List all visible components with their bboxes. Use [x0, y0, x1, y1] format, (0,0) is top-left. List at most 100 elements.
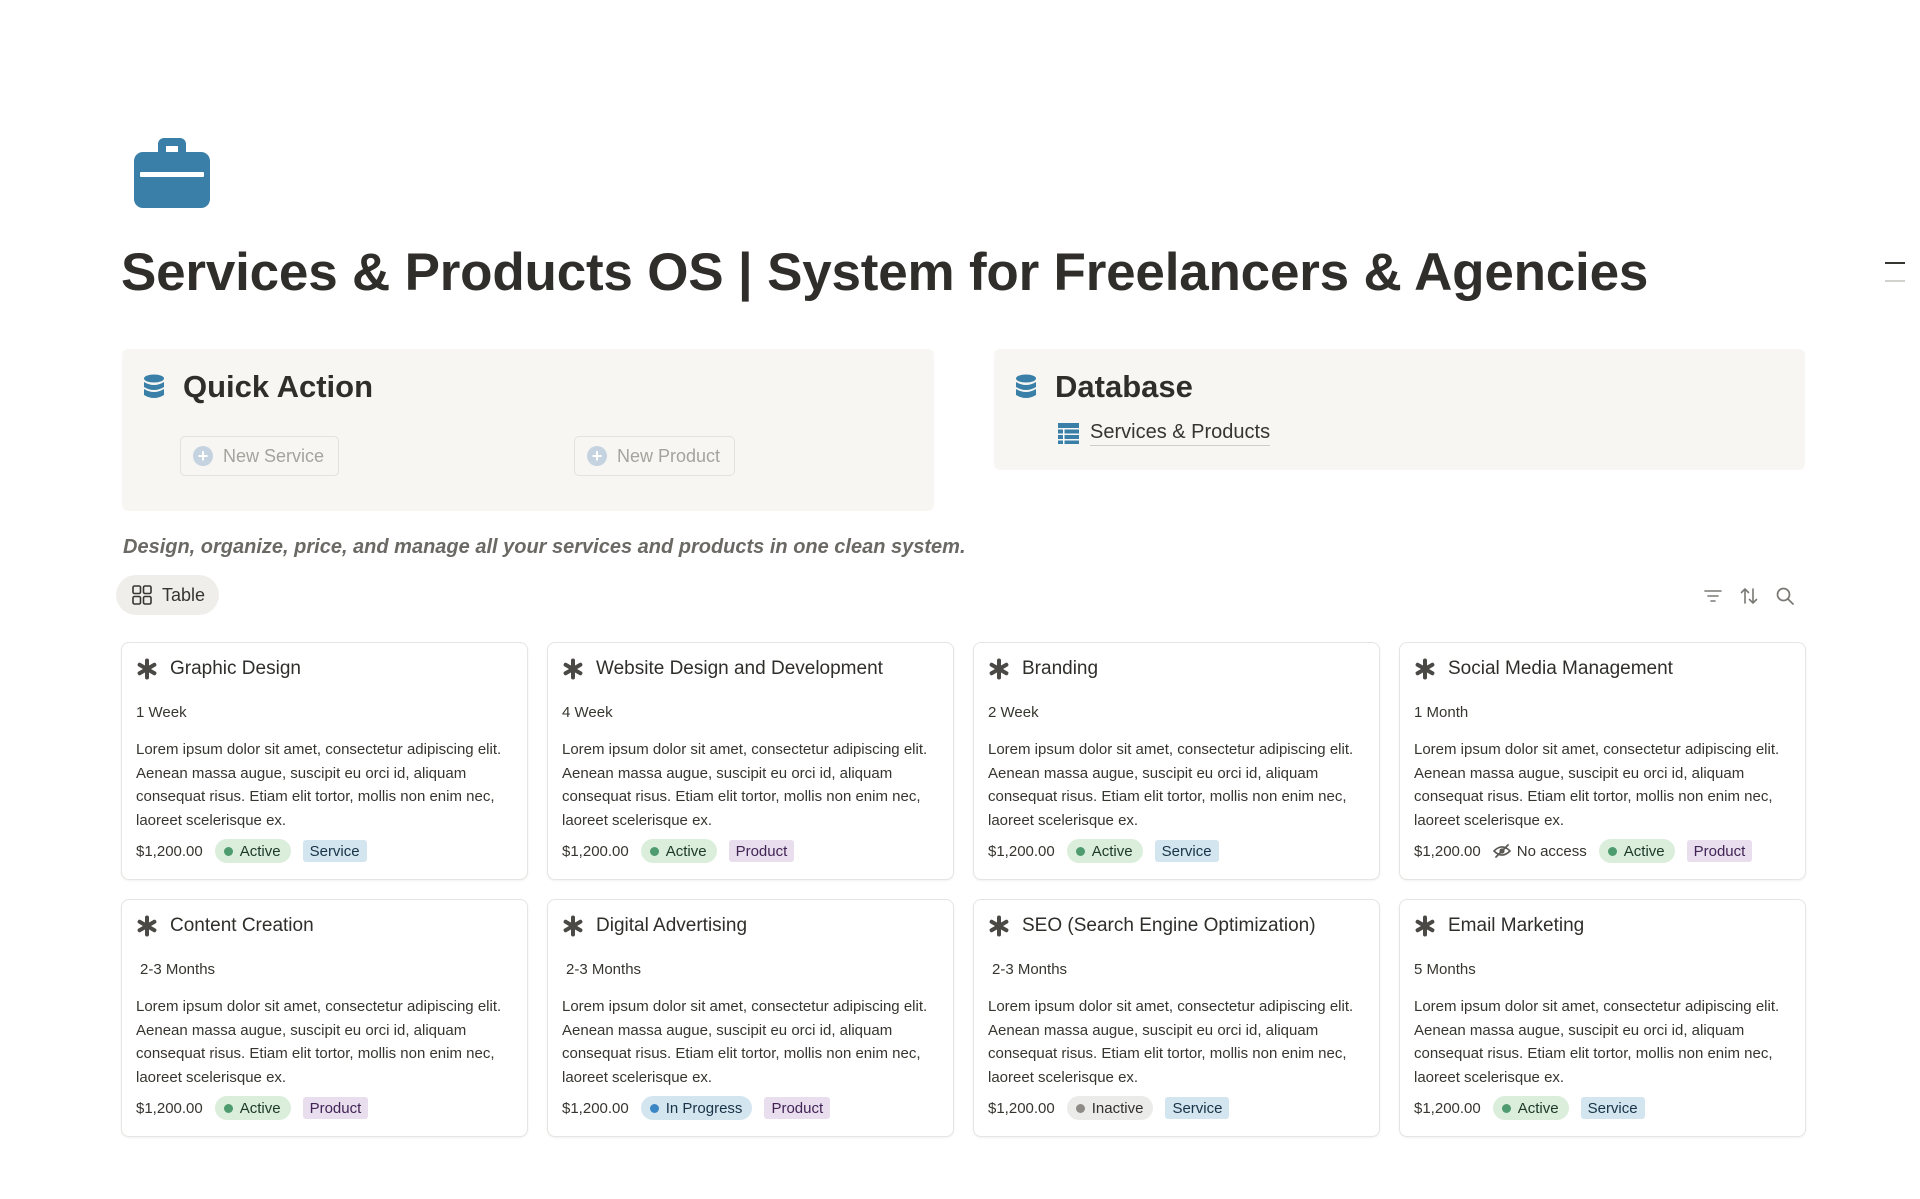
services-products-database-link[interactable]: Services & Products — [1058, 421, 1271, 446]
card-price: $1,200.00 — [136, 842, 203, 860]
status-badge: Active — [214, 1096, 291, 1120]
page-title: Services & Products OS | System for Free… — [121, 243, 1649, 302]
status-dot — [223, 1103, 233, 1113]
status-label: Inactive — [1091, 1099, 1144, 1117]
asterisk-icon — [137, 915, 157, 937]
card-price: $1,200.00 — [1414, 842, 1481, 860]
card-title[interactable]: Content Creation — [136, 915, 314, 937]
gallery-card[interactable]: Email Marketing 5 Months Lorem ipsum dolor… — [1399, 899, 1806, 1137]
card-title[interactable]: Social Media Management — [1414, 658, 1673, 680]
status-label: Active — [239, 1099, 281, 1117]
new-service-button[interactable]: + New Service — [180, 436, 340, 476]
type-tag: Product — [728, 840, 795, 862]
card-duration: 2 Week — [988, 704, 1039, 721]
status-badge: Active — [1492, 1096, 1569, 1120]
access-indicator: No access — [1492, 843, 1587, 860]
card-title[interactable]: Website Design and Development — [562, 658, 883, 680]
type-tag: Service — [1154, 840, 1219, 862]
type-tag: Service — [1165, 1097, 1230, 1119]
card-title[interactable]: Graphic Design — [136, 658, 301, 680]
status-dot — [649, 1103, 659, 1113]
status-label: Active — [665, 842, 707, 860]
status-badge: Active — [1598, 839, 1675, 863]
gallery-card[interactable]: Graphic Design 1 Week Lorem ipsum dolor si… — [121, 642, 528, 880]
card-properties: $1,200.00 No access Active Product — [1414, 839, 1753, 863]
status-badge: In Progress — [640, 1096, 753, 1120]
card-duration: 2-3 Months — [140, 961, 216, 978]
card-price: $1,200.00 — [988, 842, 1055, 860]
gallery-card[interactable]: Digital Advertising 2-3 Months Lorem ipsum… — [547, 899, 954, 1137]
filter-icon[interactable] — [1702, 585, 1724, 607]
card-properties: $1,200.00 Active Service — [988, 839, 1219, 863]
card-duration: 4 Week — [562, 704, 613, 721]
search-icon[interactable] — [1774, 585, 1796, 607]
card-price: $1,200.00 — [562, 1099, 629, 1117]
gallery-card[interactable]: SEO (Search Engine Optimization) 2-3 Mont… — [973, 899, 1380, 1137]
eye-off-icon — [1492, 844, 1511, 858]
status-badge: Active — [214, 839, 291, 863]
asterisk-icon — [137, 658, 157, 680]
database-callout: Database Services & Products — [994, 349, 1805, 470]
new-product-label: New Product — [617, 445, 721, 466]
status-badge: Active — [640, 839, 717, 863]
status-dot — [1075, 1103, 1085, 1113]
new-product-button[interactable]: + New Product — [574, 436, 736, 476]
card-title-text: Website Design and Development — [596, 658, 883, 679]
card-title-text: Email Marketing — [1448, 915, 1585, 936]
card-properties: $1,200.00 Active Product — [562, 839, 795, 863]
status-label: Active — [1623, 842, 1665, 860]
status-badge: Active — [1066, 839, 1143, 863]
status-dot — [1075, 846, 1085, 856]
gallery-card[interactable]: Social Media Management 1 Month Lorem ipsu… — [1399, 642, 1806, 880]
card-properties: $1,200.00 Inactive Service — [988, 1096, 1230, 1120]
card-title-text: Content Creation — [170, 915, 314, 936]
card-properties: $1,200.00 Active Service — [1414, 1096, 1645, 1120]
type-tag: Product — [764, 1097, 831, 1119]
database-link-label: Services & Products — [1090, 421, 1271, 446]
status-dot — [1607, 846, 1617, 856]
card-title-text: Branding — [1022, 658, 1099, 679]
card-title[interactable]: SEO (Search Engine Optimization) — [988, 915, 1316, 937]
card-title[interactable]: Email Marketing — [1414, 915, 1584, 937]
quick-action-callout: Quick Action + New Service + New Product — [122, 349, 934, 511]
plus-circle-icon: + — [587, 446, 607, 466]
sort-icon[interactable] — [1738, 585, 1760, 607]
card-description: Lorem ipsum dolor sit amet, consectetur … — [1414, 741, 1780, 829]
card-description: Lorem ipsum dolor sit amet, consectetur … — [136, 741, 502, 829]
status-label: In Progress — [665, 1099, 743, 1117]
database-title: Database — [1055, 369, 1193, 404]
type-tag: Service — [1580, 1097, 1645, 1119]
card-properties: $1,200.00 Active Product — [136, 1096, 369, 1120]
card-duration: 2-3 Months — [566, 961, 642, 978]
type-tag: Service — [302, 840, 367, 862]
card-duration: 2-3 Months — [992, 961, 1068, 978]
card-title-text: Social Media Management — [1448, 658, 1673, 679]
card-title[interactable]: Branding — [988, 658, 1098, 680]
table-of-contents-indicator[interactable] — [1885, 262, 1905, 298]
gallery-card[interactable]: Content Creation 2-3 Months Lorem ipsum do… — [121, 899, 528, 1137]
card-description: Lorem ipsum dolor sit amet, consectetur … — [562, 998, 928, 1086]
card-price: $1,200.00 — [562, 842, 629, 860]
card-properties: $1,200.00 Active Service — [136, 839, 367, 863]
plus-circle-icon: + — [193, 446, 213, 466]
status-dot — [223, 846, 233, 856]
quick-action-title: Quick Action — [183, 369, 374, 404]
card-description: Lorem ipsum dolor sit amet, consectetur … — [1414, 998, 1780, 1086]
status-dot — [649, 846, 659, 856]
database-icon — [144, 374, 164, 398]
card-price: $1,200.00 — [1414, 1099, 1481, 1117]
view-tab-table[interactable]: Table — [116, 575, 220, 615]
briefcase-icon[interactable] — [132, 134, 212, 210]
card-title[interactable]: Digital Advertising — [562, 915, 747, 937]
card-description: Lorem ipsum dolor sit amet, consectetur … — [988, 998, 1354, 1086]
status-label: Active — [1091, 842, 1133, 860]
status-dot — [1501, 1103, 1511, 1113]
status-label: Active — [1517, 1099, 1559, 1117]
asterisk-icon — [989, 915, 1009, 937]
gallery-card[interactable]: Branding 2 Week Lorem ipsum dolor sit amet… — [973, 642, 1380, 880]
gallery-grid-icon — [132, 585, 152, 605]
card-title-text: Digital Advertising — [596, 915, 748, 936]
new-service-label: New Service — [223, 445, 325, 466]
asterisk-icon — [989, 658, 1009, 680]
gallery-card[interactable]: Website Design and Development 4 Week Lore… — [547, 642, 954, 880]
